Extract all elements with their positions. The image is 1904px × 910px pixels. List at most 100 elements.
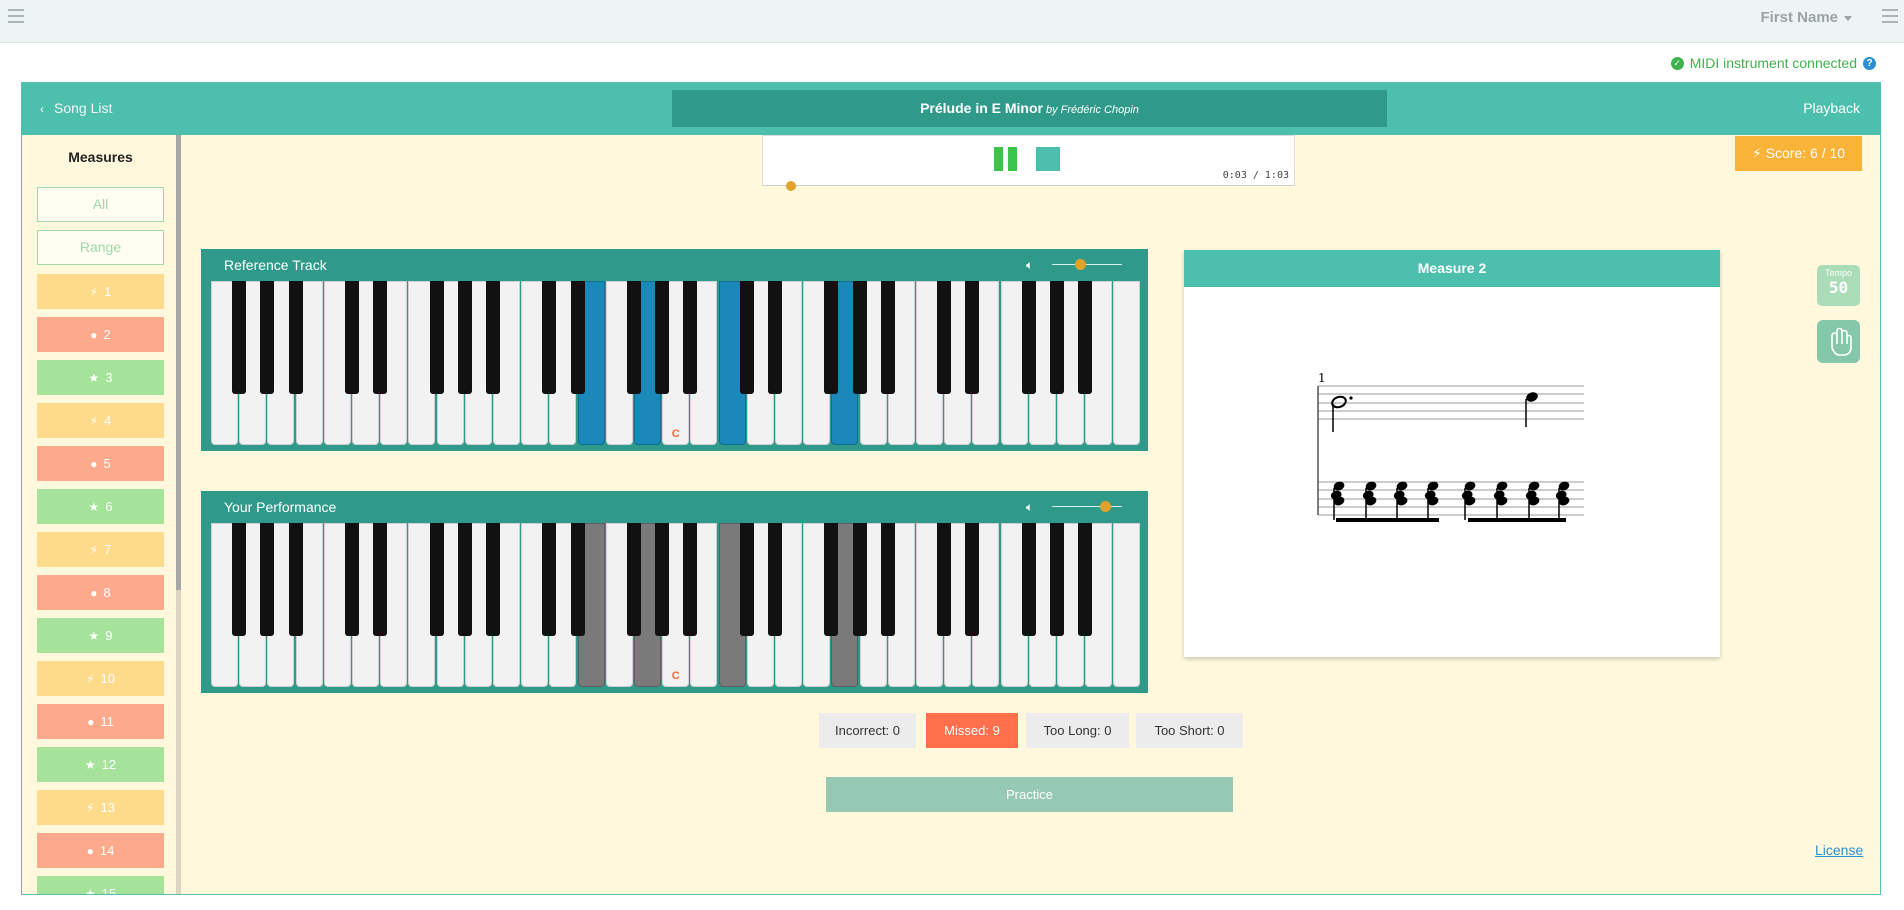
black-key[interactable] (824, 281, 839, 394)
hamburger-menu-icon[interactable] (8, 9, 24, 25)
black-key[interactable] (457, 281, 472, 394)
volume-icon[interactable]: 🔈︎ (1026, 500, 1033, 515)
tempo-display[interactable]: Tempo 50 (1817, 265, 1860, 306)
chevron-down-icon (1844, 15, 1852, 21)
time-readout: 0:03 / 1:03 (1222, 170, 1289, 181)
black-key[interactable] (1021, 281, 1036, 394)
black-key[interactable] (1078, 523, 1093, 636)
too-short-count[interactable]: Too Short: 0 (1136, 713, 1243, 748)
measure-item-11[interactable]: ● 11 (37, 704, 164, 739)
black-key[interactable] (852, 281, 867, 394)
black-key[interactable] (683, 281, 698, 394)
black-key[interactable] (542, 281, 557, 394)
measure-item-12[interactable]: ★ 12 (37, 747, 164, 782)
measure-number: 12 (101, 757, 117, 772)
black-key[interactable] (486, 281, 500, 394)
measure-item-3[interactable]: ★ 3 (37, 360, 164, 395)
black-key[interactable] (627, 523, 641, 636)
progress-handle[interactable] (785, 181, 796, 191)
black-key[interactable] (260, 281, 275, 394)
black-key[interactable] (937, 281, 952, 394)
volume-icon[interactable]: 🔈︎ (1026, 258, 1033, 273)
scrollbar-thumb[interactable] (176, 135, 181, 590)
score-icon: ⚡︎ (1751, 145, 1766, 161)
black-key[interactable] (260, 523, 275, 636)
measure-item-5[interactable]: ● 5 (37, 446, 164, 481)
black-key[interactable] (570, 523, 585, 636)
measure-item-8[interactable]: ● 8 (37, 575, 164, 610)
black-key[interactable] (288, 281, 303, 394)
black-key[interactable] (542, 523, 557, 636)
measure-item-9[interactable]: ★ 9 (37, 618, 164, 653)
black-key[interactable] (288, 523, 303, 636)
white-key[interactable] (1113, 523, 1141, 687)
black-key[interactable] (429, 523, 444, 636)
black-key[interactable] (655, 281, 670, 394)
measure-item-15[interactable]: ★ 15 (37, 876, 164, 894)
pause-button[interactable] (994, 147, 1018, 171)
black-key[interactable] (683, 523, 698, 636)
black-key[interactable] (1078, 281, 1093, 394)
playback-button[interactable]: Playback (1803, 100, 1860, 116)
black-key[interactable] (1021, 523, 1036, 636)
hand-tool-button[interactable] (1817, 320, 1860, 363)
black-key[interactable] (232, 281, 247, 394)
white-key[interactable] (1113, 281, 1141, 445)
black-key[interactable] (457, 523, 472, 636)
incorrect-count[interactable]: Incorrect: 0 (819, 713, 916, 748)
user-menu[interactable]: First Name (1760, 9, 1852, 26)
missed-count[interactable]: Missed: 9 (926, 713, 1018, 748)
measure-item-7[interactable]: ⚡︎ 7 (37, 532, 164, 567)
black-key[interactable] (429, 281, 444, 394)
range-button[interactable]: Range (37, 230, 164, 265)
black-key[interactable] (373, 523, 388, 636)
midi-status: ✓ MIDI instrument connected ? (1670, 55, 1876, 71)
too-long-count[interactable]: Too Long: 0 (1026, 713, 1129, 748)
black-key[interactable] (739, 523, 754, 636)
black-key[interactable] (880, 281, 895, 394)
black-key[interactable] (655, 523, 670, 636)
black-key[interactable] (880, 523, 895, 636)
measure-item-6[interactable]: ★ 6 (37, 489, 164, 524)
reference-track-label: Reference Track (224, 257, 327, 273)
sheet-music: 1 (1317, 371, 1584, 522)
black-key[interactable] (627, 281, 641, 394)
sidebar-scrollbar[interactable] (176, 135, 181, 894)
black-key[interactable] (965, 523, 980, 636)
performance-volume-slider[interactable] (1052, 501, 1122, 512)
black-key[interactable] (486, 523, 500, 636)
black-key[interactable] (824, 523, 839, 636)
song-list-link[interactable]: ‹ Song List (40, 100, 112, 116)
measure-item-10[interactable]: ⚡︎ 10 (37, 661, 164, 696)
black-key[interactable] (345, 281, 359, 394)
all-measures-button[interactable]: All (37, 187, 164, 222)
black-key[interactable] (965, 281, 980, 394)
reference-volume-slider[interactable] (1052, 259, 1122, 270)
volume-knob[interactable] (1075, 259, 1086, 270)
black-key[interactable] (852, 523, 867, 636)
license-link[interactable]: License (1815, 842, 1863, 858)
help-icon[interactable]: ? (1863, 56, 1876, 70)
stop-button[interactable] (1036, 147, 1060, 171)
practice-button[interactable]: Practice (826, 777, 1233, 812)
black-key[interactable] (768, 523, 782, 636)
secondary-menu-icon[interactable] (1882, 9, 1898, 25)
volume-knob[interactable] (1099, 501, 1111, 512)
black-key[interactable] (739, 281, 754, 394)
measure-item-2[interactable]: ● 2 (37, 317, 164, 352)
black-key[interactable] (1050, 281, 1064, 394)
black-key[interactable] (937, 523, 952, 636)
black-key[interactable] (570, 281, 585, 394)
performance-panel: Your Performance 🔈︎ C (201, 491, 1148, 693)
measure-item-13[interactable]: ⚡︎ 13 (37, 790, 164, 825)
alert-icon: ● (90, 457, 98, 471)
black-key[interactable] (1050, 523, 1064, 636)
black-key[interactable] (768, 281, 782, 394)
measure-item-1[interactable]: ⚡︎ 1 (37, 274, 164, 309)
black-key[interactable] (345, 523, 359, 636)
measure-item-14[interactable]: ● 14 (37, 833, 164, 868)
black-key[interactable] (232, 523, 247, 636)
black-key[interactable] (373, 281, 388, 394)
progress-track[interactable] (762, 181, 1295, 191)
measure-item-4[interactable]: ⚡︎ 4 (37, 403, 164, 438)
